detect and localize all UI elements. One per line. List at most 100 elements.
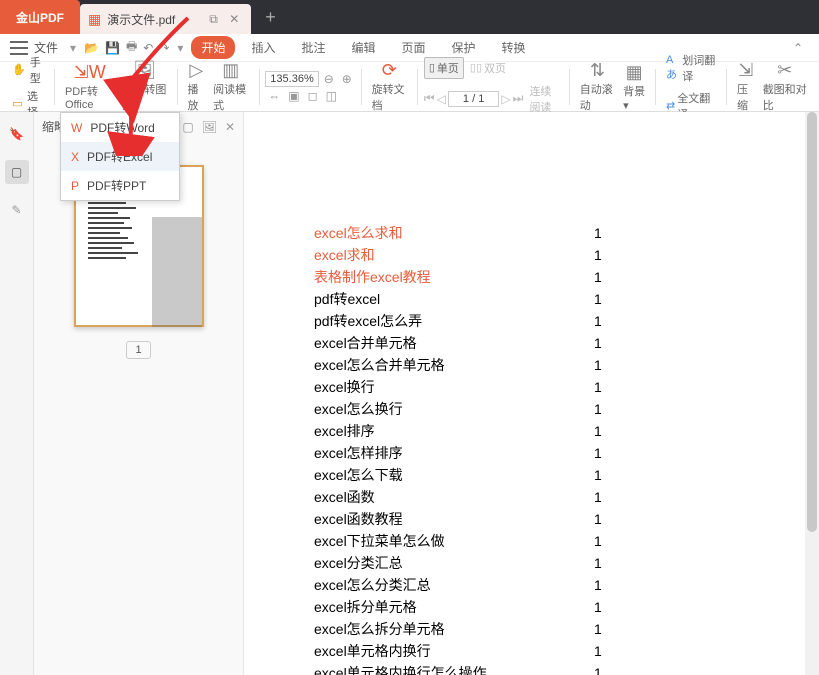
vertical-scrollbar[interactable]	[805, 112, 819, 675]
doc-num: 1	[594, 574, 602, 596]
zoom-in-icon[interactable]: ⊕	[339, 72, 355, 86]
doc-num: 1	[594, 244, 602, 266]
pdf-to-ppt-item[interactable]: PPDF转PPT	[61, 171, 179, 200]
close-tab-icon[interactable]: ✕	[229, 12, 239, 26]
sidebar-option-icon[interactable]: ▢	[182, 120, 193, 134]
compress-button[interactable]: ⇲ 压缩	[733, 60, 759, 113]
file-tab-label: 演示文件.pdf	[107, 11, 175, 28]
brand-tab[interactable]: 金山PDF	[0, 0, 80, 34]
doc-term: excel排序	[314, 420, 594, 442]
read-mode-button[interactable]: ▥ 阅读模式	[209, 60, 252, 113]
undo-icon[interactable]: ↶	[143, 41, 153, 55]
separator-icon: ▾	[70, 41, 76, 55]
doc-row: 表格制作excel教程1	[314, 266, 779, 288]
doc-row: pdf转excel1	[314, 288, 779, 310]
doc-num: 1	[594, 618, 602, 640]
doc-row: excel分类汇总1	[314, 552, 779, 574]
page-number-input[interactable]: 1 / 1	[448, 91, 500, 107]
pdf-page: excel怎么求和1excel求和1表格制作excel教程1pdf转excel1…	[244, 112, 819, 675]
doc-row: excel单元格内换行怎么操作1	[314, 662, 779, 675]
play-button[interactable]: ▷ 播放	[183, 60, 209, 113]
doc-num: 1	[594, 552, 602, 574]
doc-row: excel函数教程1	[314, 508, 779, 530]
sidebar-image-icon[interactable]: 🖼	[202, 120, 217, 134]
doc-num: 1	[594, 508, 602, 530]
tab-edit[interactable]: 编辑	[341, 36, 385, 59]
zoom-display[interactable]: 135.36%	[265, 71, 318, 87]
compress-icon: ⇲	[738, 60, 753, 81]
doc-row: excel排序1	[314, 420, 779, 442]
doc-term: excel拆分单元格	[314, 596, 594, 618]
fit-width-icon[interactable]: ⇔	[265, 89, 283, 103]
open-icon[interactable]: 📂	[84, 41, 99, 55]
play-icon: ▷	[189, 60, 203, 81]
zoom-out-icon[interactable]: ⊖	[321, 72, 337, 86]
actual-size-icon[interactable]: ◻	[305, 89, 321, 103]
pdf-to-office-button[interactable]: ⇲W PDF转Office	[61, 62, 118, 111]
hamburger-icon[interactable]	[10, 41, 28, 55]
rotate-doc-button[interactable]: ⟳ 旋转文档	[368, 60, 411, 113]
rotate-icon: ⟳	[382, 60, 397, 81]
double-page-icon: ▯▯	[470, 61, 482, 74]
screenshot-button[interactable]: ✂ 截图和对比	[759, 60, 811, 113]
translate-full-icon: ⇄	[666, 99, 675, 112]
double-page-button[interactable]: ▯▯双页	[466, 58, 510, 78]
doc-term: excel怎么换行	[314, 398, 594, 420]
hand-tool[interactable]: ✋手型	[12, 54, 44, 86]
pdf-to-image-button[interactable]: 🖼 PDF转图片	[118, 60, 170, 113]
fit-visible-icon[interactable]: ◫	[323, 89, 340, 103]
doc-row: excel合并单元格1	[314, 332, 779, 354]
pdf-to-office-dropdown: WPDF转Word XPDF转Excel PPDF转PPT	[60, 112, 180, 201]
doc-term: excel单元格内换行	[314, 640, 594, 662]
single-page-icon: ▯	[429, 61, 435, 74]
screenshot-icon: ✂	[777, 60, 792, 81]
auto-scroll-button[interactable]: ⇅ 自动滚动	[576, 60, 619, 113]
page-prev-icon[interactable]: ◁	[437, 92, 446, 106]
doc-row: excel怎么拆分单元格1	[314, 618, 779, 640]
background-icon: ▦	[626, 62, 643, 83]
doc-row: excel怎么换行1	[314, 398, 779, 420]
doc-term: excel怎么合并单元格	[314, 354, 594, 376]
doc-num: 1	[594, 420, 602, 442]
tab-annotate[interactable]: 批注	[291, 36, 335, 59]
tab-start[interactable]: 开始	[191, 36, 235, 59]
file-tab[interactable]: ▦ 演示文件.pdf ⧉ ✕	[80, 4, 251, 34]
doc-num: 1	[594, 332, 602, 354]
page-first-icon[interactable]: ⏮	[424, 91, 435, 106]
left-rail: 🔖 ▢ ✎	[0, 112, 34, 675]
doc-term: 表格制作excel教程	[314, 266, 594, 288]
redo-icon[interactable]: ↷	[159, 41, 169, 55]
annotation-rail-icon[interactable]: ✎	[5, 198, 29, 222]
single-page-button[interactable]: ▯单页	[424, 57, 464, 79]
page-next-icon[interactable]: ▷	[501, 92, 510, 106]
doc-term: excel函数	[314, 486, 594, 508]
doc-row: excel怎么分类汇总1	[314, 574, 779, 596]
doc-term: excel下拉菜单怎么做	[314, 530, 594, 552]
doc-term: excel怎么拆分单元格	[314, 618, 594, 640]
print-icon[interactable]: 🖶	[126, 37, 137, 58]
pdf-to-excel-item[interactable]: XPDF转Excel	[61, 142, 179, 171]
doc-term: excel怎么求和	[314, 222, 594, 244]
word-translate-button[interactable]: Aあ划词翻译	[662, 50, 720, 86]
popout-icon[interactable]: ⧉	[209, 12, 218, 26]
background-button[interactable]: ▦ 背景▾	[619, 62, 649, 112]
doc-term: excel换行	[314, 376, 594, 398]
document-area[interactable]: excel怎么求和1excel求和1表格制作excel教程1pdf转excel1…	[244, 112, 819, 675]
fit-page-icon[interactable]: ▣	[285, 89, 302, 103]
sidebar-close-icon[interactable]: ✕	[225, 120, 235, 134]
doc-row: excel求和1	[314, 244, 779, 266]
scrollbar-thumb[interactable]	[807, 112, 817, 532]
save-icon[interactable]: 💾	[105, 41, 120, 55]
doc-term: excel怎么下载	[314, 464, 594, 486]
bookmark-rail-icon[interactable]: 🔖	[5, 122, 29, 146]
tab-insert[interactable]: 插入	[241, 36, 285, 59]
ppt-icon: P	[71, 179, 79, 193]
add-tab-button[interactable]: +	[251, 7, 290, 28]
thumbnail-rail-icon[interactable]: ▢	[5, 160, 29, 184]
doc-num: 1	[594, 442, 602, 464]
doc-row: excel换行1	[314, 376, 779, 398]
page-last-icon[interactable]: ⏭	[513, 91, 524, 106]
book-icon: ▥	[222, 60, 239, 81]
pdf-to-word-item[interactable]: WPDF转Word	[61, 113, 179, 142]
collapse-ribbon-icon[interactable]: ⌃	[793, 41, 803, 55]
